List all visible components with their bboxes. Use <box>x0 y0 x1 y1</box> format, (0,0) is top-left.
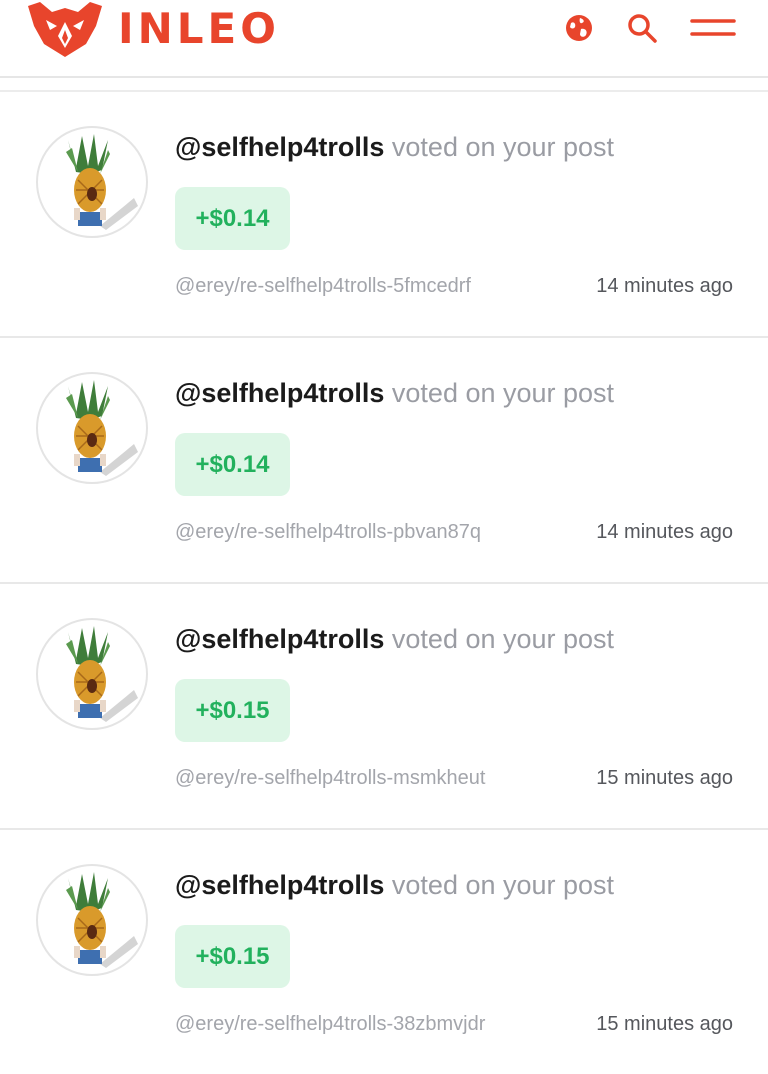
notification-timestamp: 14 minutes ago <box>596 275 733 297</box>
notification-timestamp: 14 minutes ago <box>596 521 733 543</box>
vote-amount-badge: +$0.15 <box>175 925 290 988</box>
globe-icon[interactable] <box>563 12 595 44</box>
notification-list: @selfhelp4trolls voted on your post +$0.… <box>0 92 768 1074</box>
top-header: INLEO <box>0 0 768 78</box>
lion-logo-icon <box>28 2 102 57</box>
menu-icon[interactable] <box>690 12 736 44</box>
post-permlink[interactable]: @erey/re-selfhelp4trolls-5fmcedrf <box>175 275 471 298</box>
voter-username[interactable]: @selfhelp4trolls <box>175 870 384 900</box>
notification-action: voted on your post <box>391 378 615 408</box>
pineapple-avatar-image <box>66 626 138 722</box>
voter-username[interactable]: @selfhelp4trolls <box>175 132 384 162</box>
notification-headline: @selfhelp4trolls voted on your post <box>175 130 614 164</box>
notification-timestamp: 15 minutes ago <box>596 1013 733 1035</box>
voter-username[interactable]: @selfhelp4trolls <box>175 624 384 654</box>
post-permlink[interactable]: @erey/re-selfhelp4trolls-pbvan87q <box>175 521 481 544</box>
avatar[interactable] <box>36 126 148 238</box>
avatar[interactable] <box>36 618 148 730</box>
voter-username[interactable]: @selfhelp4trolls <box>175 378 384 408</box>
post-permlink[interactable]: @erey/re-selfhelp4trolls-38zbmvjdr <box>175 1013 485 1036</box>
notification-item[interactable]: @selfhelp4trolls voted on your post +$0.… <box>0 830 768 1074</box>
notification-item[interactable]: @selfhelp4trolls voted on your post +$0.… <box>0 338 768 584</box>
avatar[interactable] <box>36 864 148 976</box>
notification-headline: @selfhelp4trolls voted on your post <box>175 622 614 656</box>
pineapple-avatar-image <box>66 872 138 968</box>
notification-action: voted on your post <box>391 870 615 900</box>
avatar[interactable] <box>36 372 148 484</box>
vote-amount-badge: +$0.15 <box>175 679 290 742</box>
vote-amount-badge: +$0.14 <box>175 433 290 496</box>
notification-item[interactable]: @selfhelp4trolls voted on your post +$0.… <box>0 584 768 830</box>
notification-item[interactable]: @selfhelp4trolls voted on your post +$0.… <box>0 92 768 338</box>
vote-amount-badge: +$0.14 <box>175 187 290 250</box>
notification-headline: @selfhelp4trolls voted on your post <box>175 376 614 410</box>
notification-action: voted on your post <box>391 132 615 162</box>
notification-headline: @selfhelp4trolls voted on your post <box>175 868 614 902</box>
search-icon[interactable] <box>626 12 658 44</box>
notification-action: voted on your post <box>391 624 615 654</box>
brand-name: INLEO <box>118 4 280 53</box>
inleo-logo[interactable]: INLEO <box>26 0 280 58</box>
post-permlink[interactable]: @erey/re-selfhelp4trolls-msmkheut <box>175 767 485 790</box>
pineapple-avatar-image <box>66 134 138 230</box>
pineapple-avatar-image <box>66 380 138 476</box>
notification-timestamp: 15 minutes ago <box>596 767 733 789</box>
